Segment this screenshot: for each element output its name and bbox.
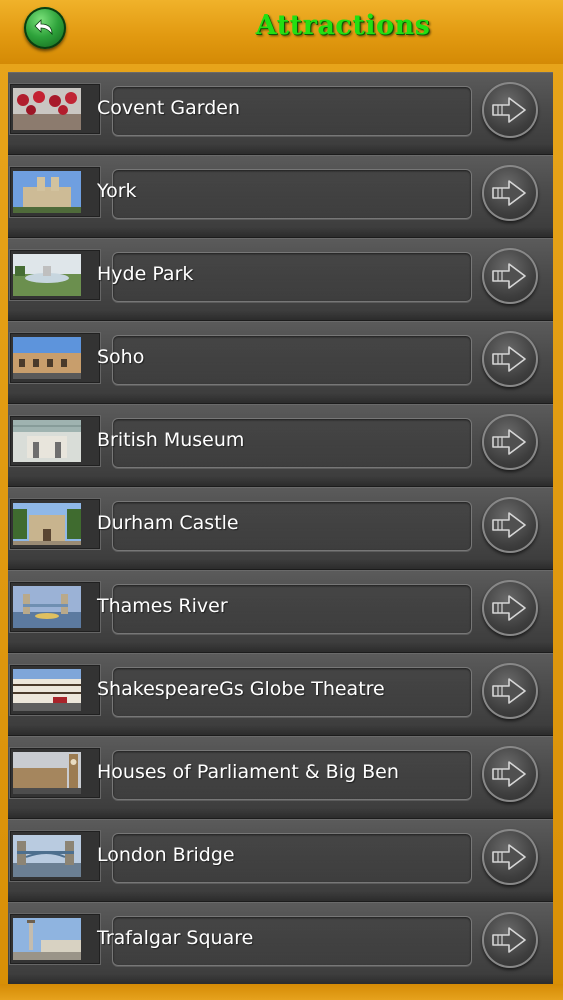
trafalgar-square-thumbnail: [13, 918, 81, 960]
open-button[interactable]: [482, 248, 538, 304]
thumbnail-frame: [10, 499, 100, 549]
list-item[interactable]: ShakespeareGs Globe Theatre: [8, 653, 553, 736]
parliament-thumbnail: [13, 752, 81, 794]
arrow-right-icon: [492, 761, 526, 787]
thumbnail-frame: [10, 416, 100, 466]
thumbnail-frame: [10, 665, 100, 715]
list-item-label: Trafalgar Square: [97, 927, 254, 949]
durham-castle-thumbnail: [13, 503, 81, 545]
app-screen: Attractions Covent Garden York Hyde Park…: [0, 0, 563, 1000]
hyde-park-thumbnail: [13, 254, 81, 296]
open-button[interactable]: [482, 746, 538, 802]
arrow-right-icon: [492, 595, 526, 621]
list-item[interactable]: Covent Garden: [8, 72, 553, 155]
list-item-label: Soho: [97, 346, 145, 368]
arrow-right-icon: [492, 512, 526, 538]
open-button[interactable]: [482, 414, 538, 470]
list-item[interactable]: Soho: [8, 321, 553, 404]
arrow-right-icon: [492, 927, 526, 953]
arrow-right-icon: [492, 263, 526, 289]
open-button[interactable]: [482, 82, 538, 138]
arrow-right-icon: [492, 97, 526, 123]
arrow-right-icon: [492, 678, 526, 704]
thumbnail-frame: [10, 84, 100, 134]
open-button[interactable]: [482, 912, 538, 968]
arrow-right-icon: [492, 346, 526, 372]
soho-thumbnail: [13, 337, 81, 379]
list-item[interactable]: British Museum: [8, 404, 553, 487]
globe-theatre-thumbnail: [13, 669, 81, 711]
open-button[interactable]: [482, 331, 538, 387]
list-item[interactable]: York: [8, 155, 553, 238]
list-item[interactable]: Trafalgar Square: [8, 902, 553, 985]
york-thumbnail: [13, 171, 81, 213]
back-button[interactable]: [24, 7, 66, 49]
list-item-label: Durham Castle: [97, 512, 239, 534]
open-button[interactable]: [482, 663, 538, 719]
open-button[interactable]: [482, 829, 538, 885]
list-item-label: Thames River: [97, 595, 228, 617]
arrow-right-icon: [492, 844, 526, 870]
list-item-label: York: [97, 180, 137, 202]
thumbnail-frame: [10, 333, 100, 383]
open-button[interactable]: [482, 165, 538, 221]
arrow-right-icon: [492, 429, 526, 455]
list-item-label: Covent Garden: [97, 97, 240, 119]
attractions-list: Covent Garden York Hyde Park Soho Britis…: [8, 72, 553, 985]
list-item[interactable]: Hyde Park: [8, 238, 553, 321]
thames-river-thumbnail: [13, 586, 81, 628]
list-item-label: British Museum: [97, 429, 245, 451]
bottom-bar: [0, 984, 563, 1000]
page-title: Attractions: [255, 10, 431, 41]
list-item-label: ShakespeareGs Globe Theatre: [97, 678, 385, 700]
open-button[interactable]: [482, 497, 538, 553]
list-item[interactable]: London Bridge: [8, 819, 553, 902]
thumbnail-frame: [10, 167, 100, 217]
thumbnail-frame: [10, 914, 100, 964]
covent-garden-thumbnail: [13, 88, 81, 130]
arrow-right-icon: [492, 180, 526, 206]
list-item-label: London Bridge: [97, 844, 235, 866]
list-item[interactable]: Houses of Parliament & Big Ben: [8, 736, 553, 819]
british-museum-thumbnail: [13, 420, 81, 462]
thumbnail-frame: [10, 831, 100, 881]
list-item-label: Hyde Park: [97, 263, 194, 285]
back-arrow-icon: [34, 19, 53, 36]
list-item[interactable]: Durham Castle: [8, 487, 553, 570]
thumbnail-frame: [10, 250, 100, 300]
thumbnail-frame: [10, 582, 100, 632]
header-bar: Attractions: [0, 0, 563, 64]
list-item[interactable]: Thames River: [8, 570, 553, 653]
thumbnail-frame: [10, 748, 100, 798]
open-button[interactable]: [482, 580, 538, 636]
london-bridge-thumbnail: [13, 835, 81, 877]
list-item-label: Houses of Parliament & Big Ben: [97, 761, 399, 783]
